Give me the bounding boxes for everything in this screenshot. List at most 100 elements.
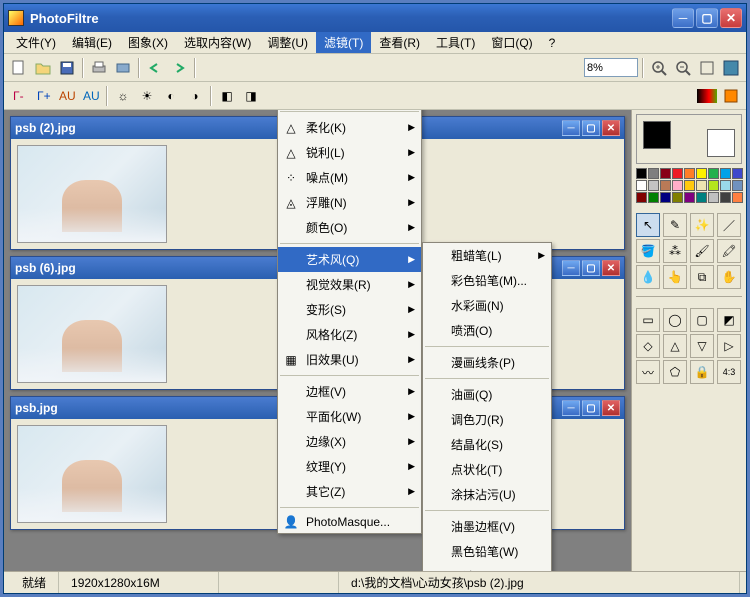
palette-swatch[interactable] xyxy=(660,192,671,203)
menu-edit[interactable]: 编辑(E) xyxy=(64,32,120,53)
palette-swatch[interactable] xyxy=(684,168,695,179)
background-color-swatch[interactable] xyxy=(707,129,735,157)
palette-swatch[interactable] xyxy=(648,192,659,203)
redo-icon[interactable] xyxy=(168,57,190,79)
brush-tool[interactable]: 🖌 xyxy=(690,239,714,263)
menu-filter[interactable]: 滤镜(T) xyxy=(316,32,371,53)
fill-tool[interactable]: 🪣 xyxy=(636,239,660,263)
palette-swatch[interactable] xyxy=(636,180,647,191)
close-button[interactable]: ✕ xyxy=(720,8,742,28)
doc-close[interactable]: ✕ xyxy=(602,400,620,416)
menu-item-artistic[interactable]: 艺术风(Q)▶ xyxy=(278,247,421,272)
ellipse-shape[interactable]: ◯ xyxy=(663,308,687,332)
spray-tool[interactable]: ⁂ xyxy=(663,239,687,263)
palette-swatch[interactable] xyxy=(732,192,743,203)
palette-swatch[interactable] xyxy=(660,168,671,179)
menu-adjust[interactable]: 调整(U) xyxy=(259,32,316,53)
diamond-shape[interactable]: ◇ xyxy=(636,334,660,358)
clone-tool[interactable]: ⧉ xyxy=(690,265,714,289)
submenu-oil[interactable]: 油画(Q) xyxy=(423,382,551,407)
palette-swatch[interactable] xyxy=(636,192,647,203)
ratio-value[interactable]: 4:3 xyxy=(717,360,741,384)
open-icon[interactable] xyxy=(32,57,54,79)
polygon-shape[interactable]: ⬠ xyxy=(663,360,687,384)
advanced-brush-tool[interactable]: 🖍 xyxy=(717,239,741,263)
menu-item-color[interactable]: 颜色(O)▶ xyxy=(278,215,421,240)
menu-item-other[interactable]: 其它(Z)▶ xyxy=(278,479,421,504)
pointer-tool[interactable]: ↖ xyxy=(636,213,660,237)
line-tool[interactable]: ／ xyxy=(717,213,741,237)
contrast-up-icon[interactable]: ◑ xyxy=(184,85,206,107)
submenu-watercolor[interactable]: 水彩画(N) xyxy=(423,293,551,318)
triangle-up-shape[interactable]: △ xyxy=(663,334,687,358)
save-icon[interactable] xyxy=(56,57,78,79)
submenu-palette-knife[interactable]: 调色刀(R) xyxy=(423,407,551,432)
palette-swatch[interactable] xyxy=(672,168,683,179)
gamma-minus-icon[interactable]: Γ- xyxy=(8,85,30,107)
wand-tool[interactable]: ✨ xyxy=(690,213,714,237)
new-icon[interactable] xyxy=(8,57,30,79)
menu-item-noise[interactable]: ⁘噪点(M)▶ xyxy=(278,165,421,190)
palette-swatch[interactable] xyxy=(696,180,707,191)
eyedropper-tool[interactable]: ✎ xyxy=(663,213,687,237)
auto-plus-icon[interactable]: AUTO xyxy=(80,85,102,107)
doc-maximize[interactable]: ▢ xyxy=(582,400,600,416)
palette-swatch[interactable] xyxy=(672,192,683,203)
menu-item-photomasque[interactable]: 👤PhotoMasque... xyxy=(278,511,421,533)
doc-minimize[interactable]: ─ xyxy=(562,120,580,136)
submenu-crystallize[interactable]: 结晶化(S) xyxy=(423,432,551,457)
doc-close[interactable]: ✕ xyxy=(602,260,620,276)
palette-swatch[interactable] xyxy=(672,180,683,191)
menu-selection[interactable]: 选取内容(W) xyxy=(176,32,259,53)
gradient-preview-icon[interactable] xyxy=(696,85,718,107)
fullscreen-icon[interactable] xyxy=(720,57,742,79)
brightness-down-icon[interactable]: ☼ xyxy=(112,85,134,107)
doc-minimize[interactable]: ─ xyxy=(562,260,580,276)
submenu-comic[interactable]: 漫画线条(P) xyxy=(423,350,551,375)
submenu-spray[interactable]: 喷洒(O) xyxy=(423,318,551,343)
palette-swatch[interactable] xyxy=(720,168,731,179)
doc-close[interactable]: ✕ xyxy=(602,120,620,136)
palette-swatch[interactable] xyxy=(696,168,707,179)
palette-swatch[interactable] xyxy=(684,192,695,203)
palette-swatch[interactable] xyxy=(648,180,659,191)
zoom-out-icon[interactable] xyxy=(672,57,694,79)
palette-swatch[interactable] xyxy=(636,168,647,179)
zoom-fit-icon[interactable] xyxy=(696,57,718,79)
palette-swatch[interactable] xyxy=(732,180,743,191)
print-icon[interactable] xyxy=(88,57,110,79)
grayscale-icon[interactable]: ◧ xyxy=(216,85,238,107)
palette-swatch[interactable] xyxy=(720,192,731,203)
menu-item-frame[interactable]: 边框(V)▶ xyxy=(278,379,421,404)
doc-minimize[interactable]: ─ xyxy=(562,400,580,416)
gamma-plus-icon[interactable]: Γ+ xyxy=(32,85,54,107)
sepia-icon[interactable]: ◨ xyxy=(240,85,262,107)
smudge-tool[interactable]: 👆 xyxy=(663,265,687,289)
palette-swatch[interactable] xyxy=(660,180,671,191)
submenu-pencil[interactable]: 彩色铅笔(M)... xyxy=(423,268,551,293)
roundrect-shape[interactable]: ▢ xyxy=(690,308,714,332)
palette-swatch[interactable] xyxy=(648,168,659,179)
scanner-icon[interactable] xyxy=(112,57,134,79)
lasso-shape[interactable]: 〰 xyxy=(636,360,660,384)
menu-item-emboss[interactable]: ◬浮雕(N)▶ xyxy=(278,190,421,215)
palette-swatch[interactable] xyxy=(720,180,731,191)
submenu-crayon[interactable]: 粗蜡笔(L)▶ xyxy=(423,243,551,268)
palette-swatch[interactable] xyxy=(732,168,743,179)
palette-swatch[interactable] xyxy=(708,180,719,191)
menu-window[interactable]: 窗口(Q) xyxy=(483,32,540,53)
submenu-ink-outline[interactable]: 油墨边框(V) xyxy=(423,514,551,539)
menu-item-texture[interactable]: 纹理(Y)▶ xyxy=(278,454,421,479)
menu-image[interactable]: 图象(X) xyxy=(120,32,176,53)
menu-file[interactable]: 文件(Y) xyxy=(8,32,64,53)
triangle-down-shape[interactable]: ▽ xyxy=(690,334,714,358)
rect-shape[interactable]: ▭ xyxy=(636,308,660,332)
doc-maximize[interactable]: ▢ xyxy=(582,260,600,276)
ratio-lock[interactable]: 🔒 xyxy=(690,360,714,384)
auto-minus-icon[interactable]: AUTO xyxy=(56,85,78,107)
submenu-pointillize[interactable]: 点状化(T) xyxy=(423,457,551,482)
menu-item-edge[interactable]: 边缘(X)▶ xyxy=(278,429,421,454)
invert-shape[interactable]: ◩ xyxy=(717,308,741,332)
submenu-ink[interactable]: 墨汁(X) xyxy=(423,564,551,571)
blur-tool[interactable]: 💧 xyxy=(636,265,660,289)
